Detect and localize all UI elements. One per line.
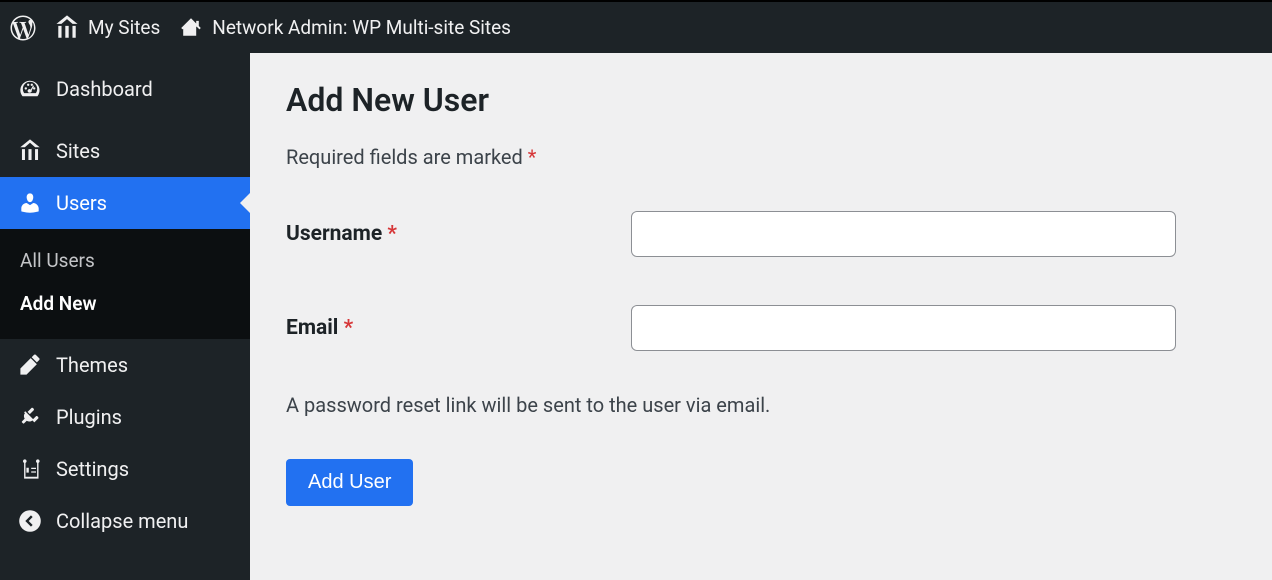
network-admin-link[interactable]: Network Admin: WP Multi-site Sites (178, 15, 511, 41)
email-input[interactable] (631, 305, 1176, 351)
email-label: Email * (286, 316, 631, 340)
required-fields-note: Required fields are marked * (286, 145, 1236, 169)
collapse-icon (18, 509, 42, 533)
themes-icon (18, 353, 42, 377)
required-asterisk: * (344, 316, 354, 340)
users-submenu: All Users Add New (0, 229, 250, 339)
add-user-button[interactable]: Add User (286, 459, 413, 506)
sidebar-label: Collapse menu (56, 509, 188, 533)
sidebar-label: Settings (56, 457, 129, 481)
required-note-text: Required fields are marked (286, 145, 528, 169)
required-asterisk: * (528, 145, 537, 169)
username-label-text: Username (286, 222, 387, 246)
username-row: Username * (286, 211, 1236, 257)
submenu-add-new[interactable]: Add New (0, 282, 250, 325)
wordpress-icon (10, 15, 36, 41)
multisite-icon (54, 15, 80, 41)
page-title: Add New User (286, 81, 1236, 119)
users-icon (18, 191, 42, 215)
sidebar-label: Themes (56, 353, 128, 377)
sidebar-label: Sites (56, 139, 100, 163)
admin-topbar: My Sites Network Admin: WP Multi-site Si… (0, 0, 1272, 53)
main-content: Add New User Required fields are marked … (250, 53, 1272, 580)
submenu-all-users[interactable]: All Users (0, 239, 250, 282)
admin-sidebar: Dashboard Sites Users All Users Add New … (0, 53, 250, 580)
sites-icon (18, 139, 42, 163)
sidebar-collapse[interactable]: Collapse menu (0, 495, 250, 547)
sidebar-item-themes[interactable]: Themes (0, 339, 250, 391)
sidebar-label: Users (56, 191, 107, 215)
required-asterisk: * (387, 222, 397, 246)
my-sites-label: My Sites (88, 16, 160, 39)
sidebar-item-settings[interactable]: Settings (0, 443, 250, 495)
sidebar-item-users[interactable]: Users (0, 177, 250, 229)
network-admin-label: Network Admin: WP Multi-site Sites (212, 16, 511, 39)
email-label-text: Email (286, 316, 344, 340)
sidebar-label: Plugins (56, 405, 122, 429)
plugins-icon (18, 405, 42, 429)
sidebar-item-dashboard[interactable]: Dashboard (0, 53, 250, 125)
password-reset-note: A password reset link will be sent to th… (286, 393, 1236, 417)
wp-logo[interactable] (10, 15, 36, 41)
settings-icon (18, 457, 42, 481)
sidebar-item-plugins[interactable]: Plugins (0, 391, 250, 443)
username-input[interactable] (631, 211, 1176, 257)
sidebar-label: Dashboard (56, 77, 153, 101)
username-label: Username * (286, 222, 631, 246)
sidebar-item-sites[interactable]: Sites (0, 125, 250, 177)
home-icon (178, 15, 204, 41)
email-row: Email * (286, 305, 1236, 351)
my-sites-link[interactable]: My Sites (54, 15, 160, 41)
dashboard-icon (18, 77, 42, 101)
